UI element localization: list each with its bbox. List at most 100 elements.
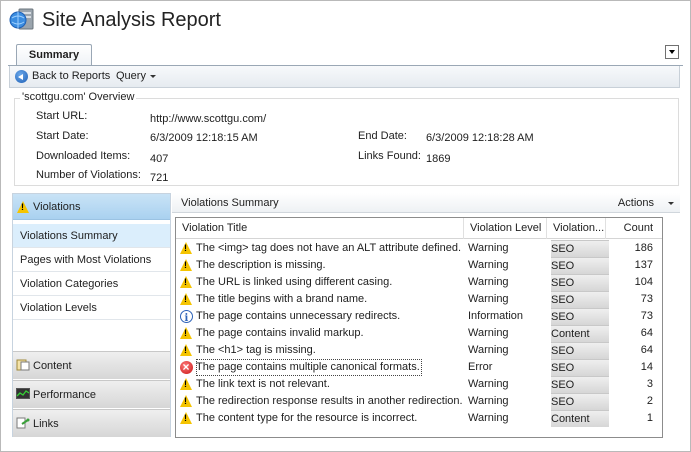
- violation-title: The URL is linked using different casing…: [196, 276, 393, 288]
- panel-title: Violations Summary: [181, 197, 279, 209]
- warning-icon: [180, 242, 193, 255]
- warning-icon-glyph: [180, 412, 192, 424]
- violation-count: 64: [640, 344, 653, 356]
- violation-count: 73: [640, 293, 653, 305]
- actions-menu-button[interactable]: Actions: [618, 197, 654, 209]
- table-row[interactable]: The <img> tag does not have an ALT attri…: [176, 240, 662, 257]
- overview-legend: 'scottgu.com' Overview: [20, 91, 137, 103]
- warning-icon: [180, 378, 193, 391]
- violation-title: The title begins with a brand name.: [196, 293, 368, 305]
- table-row[interactable]: The page contains multiple canonical for…: [176, 359, 662, 376]
- violation-count: 73: [640, 310, 653, 322]
- actions-caret-icon[interactable]: [668, 202, 674, 205]
- start-date-value: 6/3/2009 12:18:15 AM: [150, 132, 258, 144]
- violation-count: 64: [640, 327, 653, 339]
- performance-icon: [16, 388, 30, 399]
- column-header-category[interactable]: Violation...: [547, 218, 606, 239]
- table-row[interactable]: The link text is not relevant. Warning SEO…: [176, 376, 662, 393]
- start-url-value: http://www.scottgu.com/: [150, 113, 267, 125]
- report-header: Site Analysis Report: [0, 0, 689, 44]
- warning-icon: [180, 276, 193, 289]
- content-icon: [16, 359, 30, 371]
- table-row[interactable]: The <h1> tag is missing. Warning SEO 64: [176, 342, 662, 359]
- links-found-value: 1869: [426, 153, 451, 165]
- violation-level: Warning: [468, 378, 509, 390]
- violation-count: 3: [646, 378, 653, 390]
- warning-icon: [180, 327, 193, 340]
- violation-category: Content: [551, 410, 609, 427]
- violation-title: The page contains unnecessary redirects.: [196, 310, 401, 322]
- table-row[interactable]: The page contains invalid markup. Warning…: [176, 325, 662, 342]
- column-header-count[interactable]: Count: [606, 218, 662, 239]
- warning-icon: [180, 259, 193, 272]
- table-header: Violation Title Violation Level Violatio…: [176, 218, 662, 239]
- warning-icon-glyph: [180, 344, 192, 356]
- category-label: Content: [33, 360, 72, 372]
- category-label: Performance: [33, 389, 96, 401]
- violation-level: Warning: [468, 327, 509, 339]
- table-row[interactable]: The content type for the resource is inc…: [176, 410, 662, 427]
- start-date-label: Start Date:: [36, 130, 89, 142]
- violation-category: SEO: [551, 342, 609, 359]
- violation-category: Content: [551, 325, 609, 342]
- back-arrow-icon[interactable]: [15, 70, 28, 83]
- chevron-down-icon[interactable]: [665, 45, 679, 59]
- end-date-value: 6/3/2009 12:18:28 AM: [426, 132, 534, 144]
- warning-icon-glyph: [180, 242, 192, 254]
- column-header-title[interactable]: Violation Title: [176, 218, 464, 239]
- violation-level: Warning: [468, 412, 509, 424]
- warning-icon-glyph: [180, 378, 192, 390]
- violation-count: 1: [646, 412, 653, 424]
- table-row[interactable]: The URL is linked using different casing…: [176, 274, 662, 291]
- column-header-level[interactable]: Violation Level: [464, 218, 547, 239]
- category-performance[interactable]: Performance: [13, 380, 170, 408]
- violation-count: 137: [634, 259, 653, 271]
- category-content[interactable]: Content: [13, 351, 170, 379]
- violation-level: Warning: [468, 344, 509, 356]
- category-violations[interactable]: Violations: [13, 194, 170, 220]
- table-row[interactable]: The description is missing. Warning SEO 137: [176, 257, 662, 274]
- query-menu-button[interactable]: Query: [116, 70, 146, 82]
- violation-level: Warning: [468, 259, 509, 271]
- sidebar-item-violation-categories[interactable]: Violation Categories: [13, 272, 170, 296]
- table-row[interactable]: The title begins with a brand name. Warni…: [176, 291, 662, 308]
- violation-title: The link text is not relevant.: [196, 378, 330, 390]
- violation-title: The page contains invalid markup.: [196, 327, 364, 339]
- violation-level: Warning: [468, 242, 509, 254]
- links-found-label: Links Found:: [358, 150, 421, 162]
- table-row[interactable]: The redirection response results in anot…: [176, 393, 662, 410]
- page-title: Site Analysis Report: [42, 9, 221, 31]
- info-icon: [180, 310, 193, 323]
- sidebar: Violations Violations Summary Pages with…: [12, 193, 171, 437]
- violations-count-value: 721: [150, 172, 169, 184]
- sidebar-item-pages-most-violations[interactable]: Pages with Most Violations: [13, 248, 170, 272]
- violation-count: 186: [634, 242, 653, 254]
- violations-count-label: Number of Violations:: [36, 169, 141, 181]
- violation-category: SEO: [551, 393, 609, 410]
- violation-level: Error: [468, 361, 493, 373]
- query-caret-icon[interactable]: [150, 75, 156, 78]
- violation-level: Warning: [468, 276, 509, 288]
- violation-title: The <img> tag does not have an ALT attri…: [196, 242, 461, 254]
- error-icon: [180, 361, 193, 374]
- violation-title: The content type for the resource is inc…: [196, 412, 418, 424]
- panel-header: Violations Summary Actions: [172, 193, 680, 213]
- sidebar-item-violation-levels[interactable]: Violation Levels: [13, 296, 170, 320]
- warning-icon-glyph: [180, 259, 192, 271]
- category-links[interactable]: Links: [13, 409, 170, 437]
- tab-summary[interactable]: Summary: [16, 44, 92, 66]
- table-row[interactable]: The page contains unnecessary redirects.…: [176, 308, 662, 325]
- downloaded-items-label: Downloaded Items:: [36, 150, 131, 162]
- warning-icon: [180, 395, 193, 408]
- violation-title: The page contains multiple canonical for…: [196, 359, 422, 376]
- warning-icon: [180, 344, 193, 357]
- violation-title: The redirection response results in anot…: [196, 395, 462, 407]
- violation-title: The <h1> tag is missing.: [196, 344, 316, 356]
- violation-category: SEO: [551, 240, 609, 257]
- back-to-reports-button[interactable]: Back to Reports: [32, 70, 110, 82]
- warning-icon-glyph: [180, 293, 192, 305]
- violation-count: 2: [646, 395, 653, 407]
- category-label: Links: [33, 418, 59, 430]
- start-url-label: Start URL:: [36, 110, 88, 122]
- sidebar-item-violations-summary[interactable]: Violations Summary: [13, 224, 170, 248]
